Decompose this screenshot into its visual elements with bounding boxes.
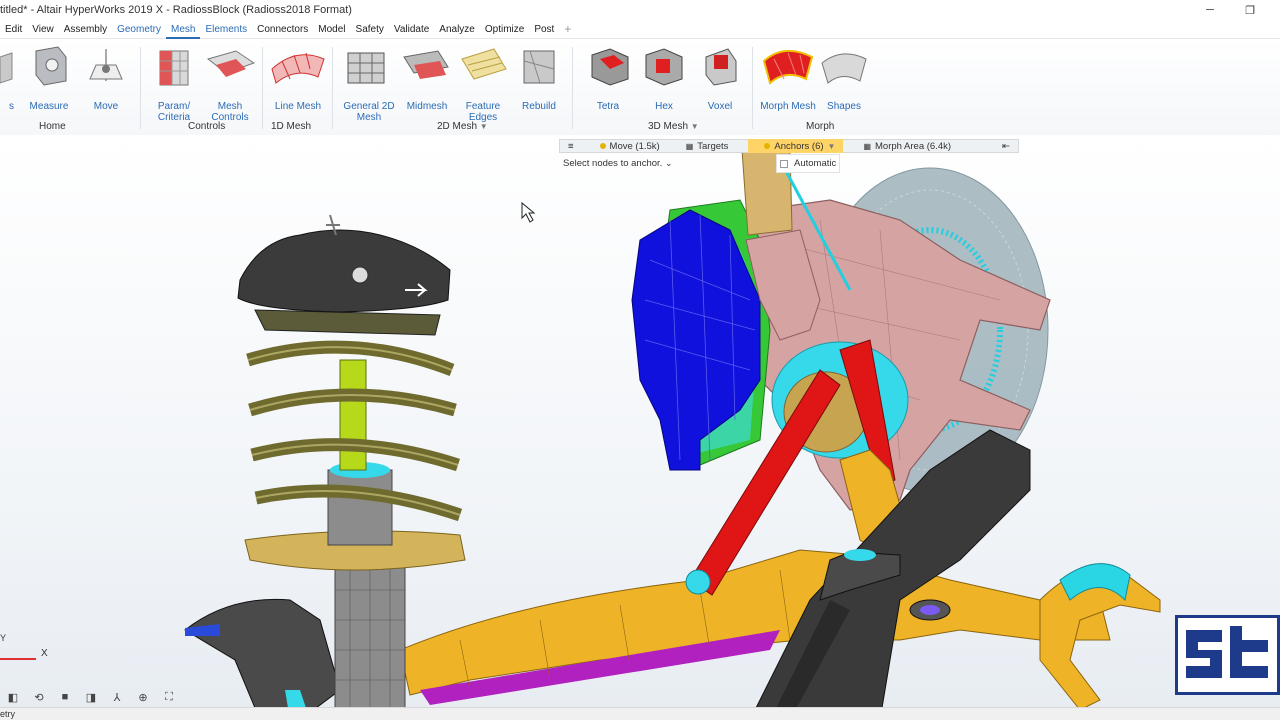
menu-assembly[interactable]: Assembly [59, 20, 112, 39]
divider [572, 47, 573, 129]
group-controls: Controls [188, 121, 226, 132]
divider [140, 47, 141, 129]
anchors-tab-icon [764, 143, 771, 149]
clip-icon[interactable]: ◨ [84, 690, 98, 704]
collapse-icon[interactable]: ⇤ [994, 139, 1018, 153]
shapes-button[interactable]: Shapes [809, 45, 879, 112]
group-home: Home [39, 121, 66, 132]
selection-hint: Select nodes to anchor. ⌄ [563, 158, 673, 169]
morph-targets-tab[interactable]: ▦ Targets [668, 139, 737, 153]
voxel-button[interactable]: Voxel [685, 45, 755, 112]
group-3d-mesh[interactable]: 3D Mesh ▼ [648, 121, 699, 132]
tie-rod-joint [685, 569, 711, 595]
piston-rod [339, 359, 367, 471]
triad-y-label: Y [0, 633, 7, 643]
menu-edit[interactable]: Edit [0, 20, 27, 39]
menu-view[interactable]: View [27, 20, 59, 39]
menu-geometry[interactable]: Geometry [112, 20, 166, 39]
divider [752, 47, 753, 129]
morph-toolbar: ≡ Move (1.5k) ▦ Targets Anchors (6) ▼ ▦ Mor… [559, 139, 1019, 153]
group-2d-mesh[interactable]: 2D Mesh ▼ [437, 121, 488, 132]
window-title: titled* - Altair HyperWorks 2019 X - Rad… [0, 4, 352, 16]
morph-area-tab[interactable]: ▦ Morph Area (6.4k) [843, 139, 959, 153]
menu-optimize[interactable]: Optimize [480, 20, 529, 39]
menu-post[interactable]: Post [529, 20, 559, 39]
st-logo [1175, 615, 1280, 695]
zoom-icon[interactable]: ⊕ [136, 690, 150, 704]
menu-mesh[interactable]: Mesh [166, 20, 201, 39]
shock-bushing-core [920, 605, 940, 615]
automatic-label: Automatic [794, 158, 837, 169]
triad-x-label: X [41, 648, 48, 659]
menu-elements[interactable]: Elements [200, 20, 252, 39]
automatic-checkbox[interactable] [780, 159, 788, 168]
cube-icon[interactable]: ■ [58, 690, 72, 704]
morph-menu-icon[interactable]: ≡ [560, 139, 582, 153]
rebuild-button[interactable]: Rebuild [504, 45, 574, 112]
strut-inner-rod [327, 469, 393, 546]
shock-bushing-ring [844, 549, 876, 561]
lower-control-arm [399, 549, 1111, 696]
menu-bar: Edit View Assembly Geometry Mesh Element… [0, 20, 1280, 39]
divider [262, 47, 263, 129]
chevron-down-icon: ▼ [827, 141, 836, 151]
group-1d-mesh: 1D Mesh [271, 121, 312, 132]
targets-icon: ▦ [685, 141, 694, 151]
chevron-down-icon: ▼ [690, 122, 699, 131]
mesh-controls-button[interactable]: Mesh Controls [195, 45, 265, 123]
ribbon: s Measure Move Param/ Criteria Mesh Cont… [0, 39, 1280, 135]
morph-area-icon: ▦ [863, 141, 872, 151]
menu-analyze[interactable]: Analyze [434, 20, 480, 39]
top-mount-nut [351, 266, 369, 284]
minimize-icon[interactable]: ─ [1190, 0, 1230, 20]
group-morph: Morph [806, 121, 835, 132]
morph-anchors-tab[interactable]: Anchors (6) ▼ [748, 139, 844, 153]
axes-icon[interactable]: ⅄ [110, 690, 124, 704]
line-mesh-button[interactable]: Line Mesh [263, 45, 333, 112]
suspension-model [0, 149, 1161, 720]
cursor-icon [521, 201, 536, 223]
view-icon[interactable]: ◧ [6, 690, 20, 704]
menu-safety[interactable]: Safety [351, 20, 389, 39]
fit-icon[interactable]: ⛶ [162, 690, 176, 704]
strut-top-mount [237, 229, 451, 313]
menu-model[interactable]: Model [313, 20, 350, 39]
status-bar: etry [0, 707, 1280, 720]
rotate-icon[interactable]: ⟲ [32, 690, 46, 704]
strut-lower-mount [184, 598, 341, 720]
chevron-down-icon: ▼ [479, 122, 488, 131]
move-button[interactable]: Move [71, 45, 141, 112]
menu-connectors[interactable]: Connectors [252, 20, 313, 39]
add-ribbon-icon[interactable]: + [559, 20, 576, 39]
divider [332, 47, 333, 129]
menu-validate[interactable]: Validate [389, 20, 434, 39]
automatic-option[interactable]: Automatic [776, 154, 840, 173]
view-toolbar: ◧ ⟲ ■ ◨ ⅄ ⊕ ⛶ [0, 688, 190, 706]
move-tab-icon [599, 143, 606, 149]
graphics-viewport[interactable] [0, 135, 1280, 720]
morph-move-tab[interactable]: Move (1.5k) [582, 139, 668, 153]
restore-icon[interactable]: ❐ [1230, 0, 1270, 20]
top-mount-plate [254, 309, 441, 336]
chevron-down-icon[interactable]: ⌄ [665, 158, 673, 168]
st-logo-graphic [1186, 626, 1268, 678]
title-bar: titled* - Altair HyperWorks 2019 X - Rad… [0, 0, 1280, 20]
